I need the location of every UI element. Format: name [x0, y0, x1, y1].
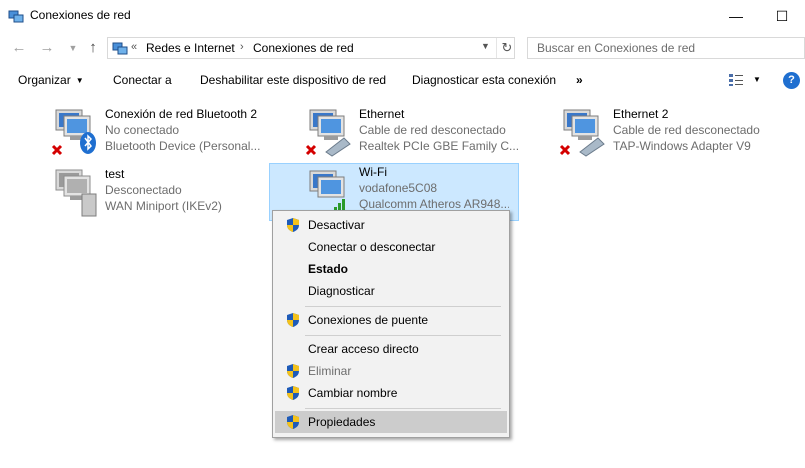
forward-arrow-icon[interactable]: → — [38, 39, 56, 57]
menu-item-conectar-desconectar[interactable]: Conectar o desconectar — [275, 236, 507, 258]
menu-item-label: Conexiones de puente — [308, 313, 429, 327]
menu-separator — [305, 408, 501, 409]
disable-device-button[interactable]: Deshabilitar este dispositivo de red — [200, 73, 386, 87]
breadcrumb-redes-e-internet[interactable]: Redes e Internet — [146, 41, 235, 55]
diagnose-connection-button[interactable]: Diagnosticar esta conexión — [412, 73, 556, 87]
command-bar: Organizar ▼ Conectar a Deshabilitar este … — [0, 66, 805, 96]
menu-separator — [305, 306, 501, 307]
connection-status: vodafone5C08 — [359, 181, 438, 195]
address-dropdown-icon[interactable]: ▼ — [481, 41, 490, 51]
uac-shield-icon — [287, 364, 299, 378]
menu-item-conexiones-puente[interactable]: Conexiones de puente — [275, 309, 507, 331]
menu-item-label: Eliminar — [308, 364, 352, 378]
menu-item-label: Diagnosticar — [308, 284, 375, 298]
view-options-icon[interactable] — [729, 74, 743, 86]
uac-shield-icon — [287, 415, 299, 429]
connection-device: Qualcomm Atheros AR948... — [359, 197, 509, 211]
connection-status: Cable de red desconectado — [359, 123, 506, 137]
uac-shield-icon — [287, 313, 299, 327]
menu-item-eliminar: Eliminar — [275, 360, 507, 382]
view-dropdown-icon[interactable]: ▼ — [753, 75, 761, 84]
connection-device: Realtek PCIe GBE Family C... — [359, 139, 520, 153]
connection-device: TAP-Windows Adapter V9 — [613, 139, 751, 153]
maximize-button[interactable]: ☐ — [759, 0, 805, 32]
caret-down-icon: ▼ — [75, 76, 84, 85]
connection-status: No conectado — [105, 123, 180, 137]
minimize-button[interactable]: — — [713, 0, 759, 32]
connect-to-button[interactable]: Conectar a — [113, 73, 172, 87]
ethernet-adapter-icon — [559, 109, 605, 157]
connection-status: Cable de red desconectado — [613, 123, 760, 137]
menu-item-label: Propiedades — [308, 415, 376, 429]
menu-item-propiedades[interactable]: Propiedades — [275, 411, 507, 433]
menu-item-label: Estado — [308, 262, 349, 276]
menu-item-label: Crear acceso directo — [308, 342, 419, 356]
menu-item-desactivar[interactable]: Desactivar — [275, 214, 507, 236]
network-folder-icon — [8, 10, 24, 23]
navigation-bar: ← → ▼ ↑ « Redes e Internet › Conexiones … — [0, 34, 805, 62]
uac-shield-icon — [287, 218, 299, 232]
context-menu: Desactivar Conectar o desconectar Estado… — [272, 210, 510, 438]
search-placeholder: Buscar en Conexiones de red — [537, 41, 696, 55]
recent-locations-chevron-icon[interactable]: ▼ — [64, 39, 82, 57]
network-folder-icon — [112, 42, 128, 55]
menu-item-label: Desactivar — [308, 218, 365, 232]
menu-item-diagnosticar[interactable]: Diagnosticar — [275, 280, 507, 302]
connection-name: Ethernet 2 — [613, 107, 669, 121]
ethernet-adapter-icon — [305, 109, 351, 157]
help-icon[interactable]: ? — [783, 72, 800, 89]
breadcrumb-overflow[interactable]: « — [131, 41, 137, 53]
menu-item-label: Conectar o desconectar — [308, 240, 436, 254]
connection-name: Conexión de red Bluetooth 2 — [105, 107, 258, 121]
breadcrumb-conexiones-de-red[interactable]: Conexiones de red — [253, 41, 354, 55]
refresh-icon[interactable]: ↻ — [496, 38, 517, 58]
connection-device: Bluetooth Device (Personal... — [105, 139, 261, 153]
menu-separator — [305, 335, 501, 336]
connection-item-test[interactable]: test Desconectado WAN Miniport (IKEv2) — [50, 166, 300, 224]
organize-label: Organizar — [18, 73, 71, 87]
menu-item-crear-acceso-directo[interactable]: Crear acceso directo — [275, 338, 507, 360]
bluetooth-adapter-icon — [51, 109, 96, 156]
vpn-adapter-icon — [55, 169, 97, 217]
connection-item-bluetooth[interactable]: Conexión de red Bluetooth 2 No conectado… — [50, 106, 300, 164]
menu-item-cambiar-nombre[interactable]: Cambiar nombre — [275, 382, 507, 404]
menu-item-label: Cambiar nombre — [308, 386, 398, 400]
menu-item-estado[interactable]: Estado — [275, 258, 507, 280]
uac-shield-icon — [287, 386, 299, 400]
organize-button[interactable]: Organizar ▼ — [18, 73, 84, 87]
connection-item-ethernet-2[interactable]: Ethernet 2 Cable de red desconectado TAP… — [558, 106, 805, 164]
title-bar: Conexiones de red — ☐ — [0, 0, 805, 32]
address-bar[interactable]: « Redes e Internet › Conexiones de red ▼… — [107, 37, 515, 59]
connection-name: Wi-Fi — [359, 165, 387, 179]
window-title: Conexiones de red — [30, 8, 131, 22]
up-arrow-icon[interactable]: ↑ — [84, 39, 102, 57]
back-arrow-icon[interactable]: ← — [10, 39, 28, 57]
search-input[interactable]: Buscar en Conexiones de red — [527, 37, 805, 59]
breadcrumb-separator[interactable]: › — [240, 41, 244, 53]
connection-item-ethernet[interactable]: Ethernet Cable de red desconectado Realt… — [304, 106, 554, 164]
more-commands-button[interactable]: » — [576, 73, 583, 87]
connection-name: Ethernet — [359, 107, 405, 121]
